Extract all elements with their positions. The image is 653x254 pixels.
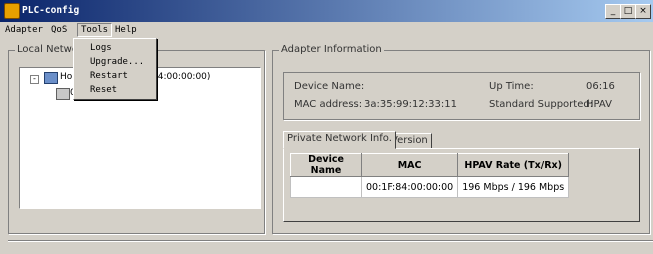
menu-item-restart[interactable]: Restart [90, 71, 128, 81]
uptime-label: Up Time: [489, 81, 534, 92]
window-title: PLC-config [22, 5, 80, 16]
tools-dropdown-menu: Logs Upgrade... Restart Reset [73, 38, 157, 100]
device-name-label: Device Name: [294, 81, 365, 92]
tab-panel: Device Name MAC HPAV Rate (Tx/Rx) 00:1F:… [283, 148, 640, 222]
standard-label: Standard Supported: [489, 99, 594, 110]
cell-mac: 00:1F:84:00:00:00 [360, 176, 459, 198]
network-table: Device Name MAC HPAV Rate (Tx/Rx) 00:1F:… [290, 153, 570, 198]
menu-item-upgrade[interactable]: Upgrade... [90, 57, 144, 67]
standard-value: HPAV [586, 99, 612, 110]
menu-help[interactable]: Help [112, 24, 140, 36]
device-info-box: Device Name: Up Time: 06:16 MAC address:… [283, 72, 640, 120]
network-icon [44, 72, 58, 84]
close-button[interactable]: × [635, 4, 651, 19]
tree-root-suffix: 84:00:00:00) [152, 72, 211, 82]
col-device-name[interactable]: Device Name [290, 153, 362, 177]
menu-tools[interactable]: Tools [77, 23, 113, 37]
menu-qos[interactable]: QoS [48, 24, 70, 36]
maximize-button[interactable]: □ [620, 4, 636, 19]
tab-private-network-info[interactable]: Private Network Info. [283, 131, 396, 149]
status-bar [8, 240, 653, 254]
cell-device-name [290, 176, 362, 198]
mac-label: MAC address: [294, 99, 363, 110]
device-icon [56, 88, 70, 100]
cell-hpav-rate: 196 Mbps / 196 Mbps [457, 176, 570, 198]
menu-item-logs[interactable]: Logs [90, 43, 112, 53]
uptime-value: 06:16 [586, 81, 615, 92]
app-icon [4, 3, 20, 19]
col-mac[interactable]: MAC [360, 153, 459, 177]
mac-value: 3a:35:99:12:33:11 [364, 99, 457, 110]
table-row[interactable]: 00:1F:84:00:00:00 196 Mbps / 196 Mbps [290, 176, 570, 198]
col-hpav-rate[interactable]: HPAV Rate (Tx/Rx) [457, 153, 570, 177]
title-bar: PLC-config _ □ × [0, 0, 653, 22]
expand-icon[interactable]: - [30, 75, 39, 84]
menu-adapter[interactable]: Adapter [2, 24, 46, 36]
minimize-button[interactable]: _ [605, 4, 621, 19]
menu-item-reset[interactable]: Reset [90, 85, 117, 95]
adapter-info-label: Adapter Information [279, 44, 384, 55]
